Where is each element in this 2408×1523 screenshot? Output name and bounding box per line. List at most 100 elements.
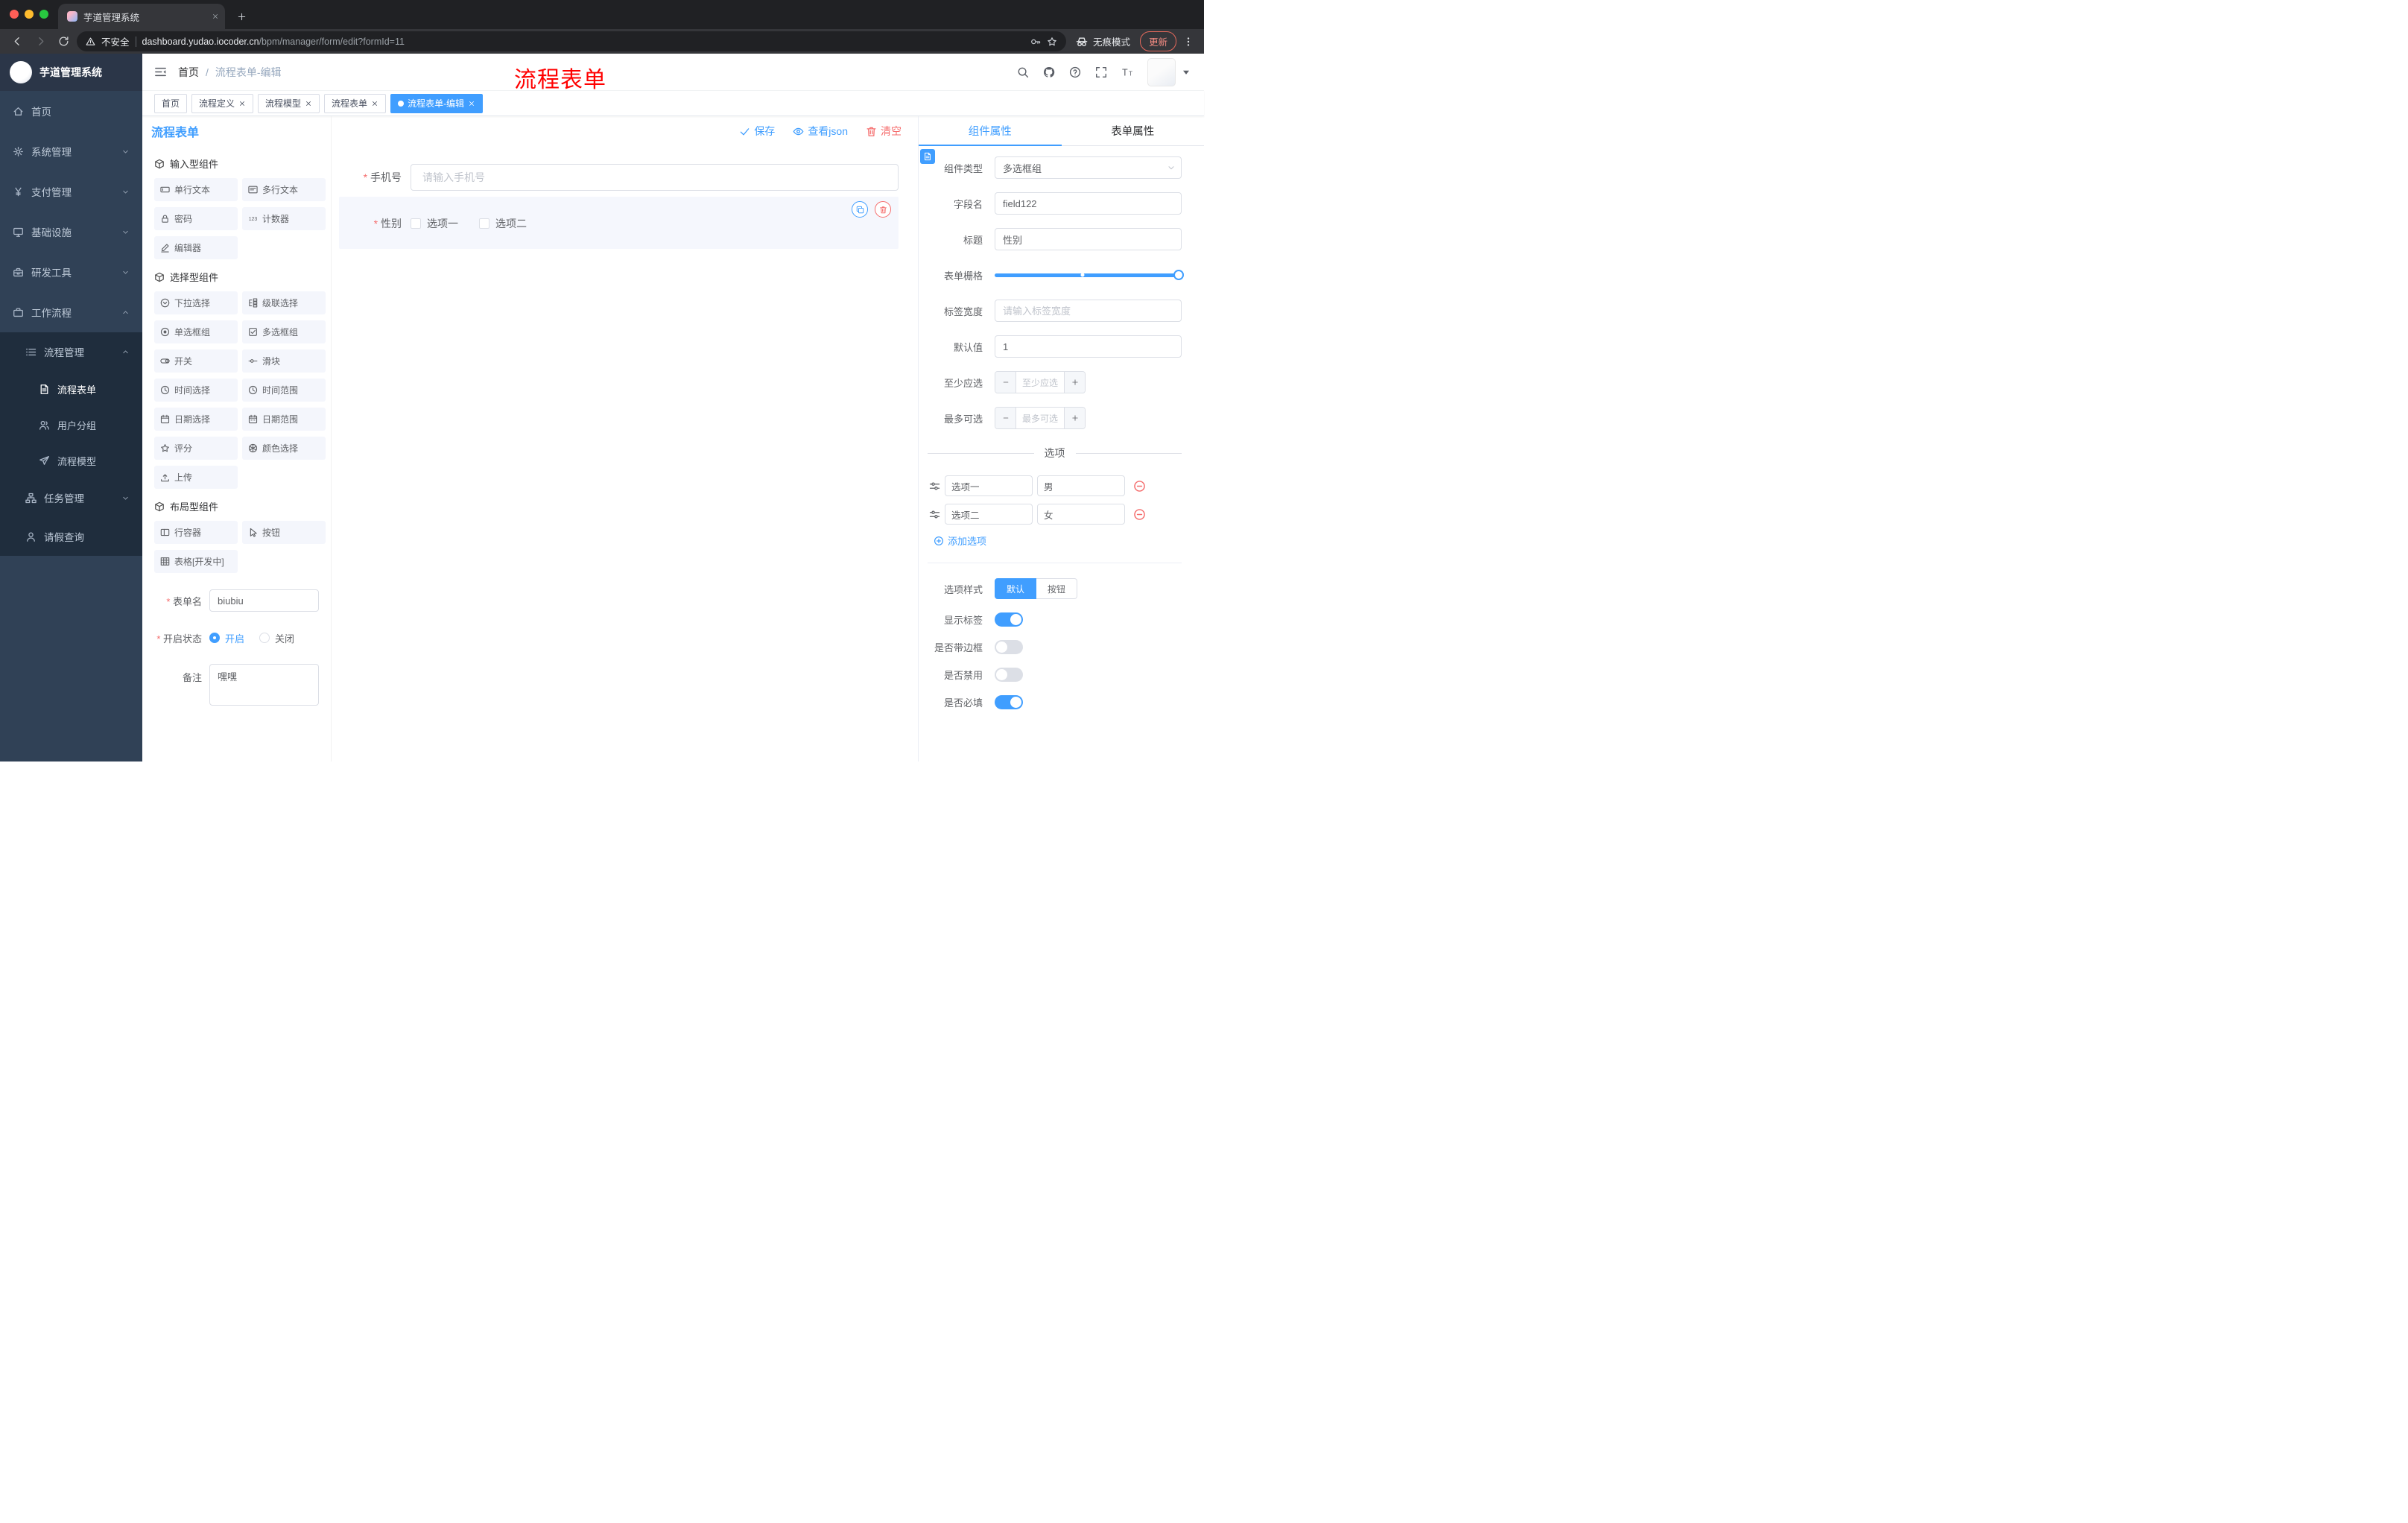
sidebar-item-workflow[interactable]: 工作流程 (0, 292, 142, 332)
field-name-input[interactable] (995, 192, 1182, 215)
palette-item[interactable]: 123 计数器 (242, 207, 326, 230)
phone-field-row[interactable]: 手机号 (339, 164, 899, 191)
increase-button[interactable] (1064, 372, 1085, 393)
label-width-input[interactable] (995, 300, 1182, 322)
palette-item[interactable]: 密码 (154, 207, 238, 230)
minimize-window-button[interactable] (25, 10, 34, 19)
sidebar-item-task-mgmt[interactable]: 任务管理 (0, 478, 142, 517)
tag-process-model[interactable]: 流程模型 (258, 93, 320, 113)
breadcrumb-home[interactable]: 首页 (178, 65, 199, 80)
tag-home[interactable]: 首页 (154, 93, 188, 113)
address-bar[interactable]: 不安全 dashboard.yudao.iocoder.cn/bpm/manag… (77, 31, 1066, 51)
slider-handle[interactable] (1173, 270, 1184, 280)
option-value-input[interactable] (1037, 475, 1125, 496)
delete-component-button[interactable] (875, 201, 891, 218)
palette-item[interactable]: 时间选择 (154, 379, 238, 402)
toggle-switch[interactable] (995, 668, 1023, 682)
style-button-button[interactable]: 按钮 (1036, 578, 1078, 599)
back-button[interactable] (7, 32, 27, 51)
sidebar-item-home[interactable]: 首页 (0, 91, 142, 131)
palette-item[interactable]: 多选框组 (242, 320, 326, 343)
sidebar-item-infra[interactable]: 基础设施 (0, 212, 142, 252)
close-tag-icon[interactable] (468, 100, 475, 107)
bookmark-star-icon[interactable] (1047, 37, 1057, 47)
palette-item[interactable]: 单行文本 (154, 178, 238, 201)
option-value-input[interactable] (1037, 504, 1125, 525)
reload-button[interactable] (54, 32, 73, 51)
palette-item[interactable]: 按钮 (242, 521, 326, 544)
palette-item[interactable]: 日期范围 (242, 408, 326, 431)
url-text[interactable]: dashboard.yudao.iocoder.cn/bpm/manager/f… (142, 37, 405, 47)
palette-item[interactable]: 级联选择 (242, 291, 326, 314)
form-remark-textarea[interactable]: 嘿嘿 (209, 664, 319, 706)
min-select-value[interactable]: 至少应选 (1016, 372, 1064, 393)
close-tag-icon[interactable] (305, 100, 312, 107)
palette-item[interactable]: 单选框组 (154, 320, 238, 343)
sidebar-item-process-form[interactable]: 流程表单 (0, 371, 142, 407)
tag-process-definition[interactable]: 流程定义 (191, 93, 254, 113)
component-type-value[interactable] (995, 156, 1182, 179)
collapse-sidebar-icon[interactable] (154, 66, 167, 78)
clear-button[interactable]: 清空 (866, 124, 902, 139)
tag-process-form[interactable]: 流程表单 (324, 93, 387, 113)
max-select-value[interactable]: 最多可选 (1016, 408, 1064, 428)
new-tab-button[interactable] (231, 6, 252, 27)
palette-item[interactable]: 评分 (154, 437, 238, 460)
zoom-window-button[interactable] (39, 10, 48, 19)
palette-item[interactable]: 上传 (154, 466, 238, 489)
user-menu[interactable] (1147, 57, 1192, 86)
form-name-input[interactable] (209, 589, 319, 612)
title-input[interactable] (995, 228, 1182, 250)
sidebar-logo[interactable]: 芋道管理系统 (0, 54, 142, 91)
window-controls[interactable] (10, 10, 48, 19)
increase-button[interactable] (1064, 408, 1085, 428)
close-window-button[interactable] (10, 10, 19, 19)
add-option-button[interactable]: 添加选项 (934, 533, 1182, 548)
help-icon[interactable] (1069, 66, 1081, 78)
toggle-switch[interactable] (995, 612, 1023, 627)
decrease-button[interactable] (995, 372, 1016, 393)
tab-component-props[interactable]: 组件属性 (919, 116, 1062, 146)
forward-button[interactable] (31, 32, 50, 51)
sidebar-item-process-mgmt[interactable]: 流程管理 (0, 332, 142, 371)
style-default-button[interactable]: 默认 (995, 578, 1037, 599)
drag-handle-icon[interactable] (929, 481, 940, 492)
sidebar-item-payment[interactable]: 支付管理 (0, 171, 142, 212)
toggle-switch[interactable] (995, 695, 1023, 709)
remove-option-icon[interactable] (1133, 480, 1146, 493)
palette-item[interactable]: 行容器 (154, 521, 238, 544)
radio-status-on[interactable]: 开启 (209, 631, 244, 645)
browser-update-button[interactable]: 更新 (1139, 31, 1176, 51)
palette-item[interactable]: 下拉选择 (154, 291, 238, 314)
save-button[interactable]: 保存 (739, 124, 775, 139)
palette-item[interactable]: 编辑器 (154, 236, 238, 259)
palette-item[interactable]: 多行文本 (242, 178, 326, 201)
palette-item[interactable]: 滑块 (242, 349, 326, 373)
search-icon[interactable] (1017, 66, 1029, 78)
view-json-button[interactable]: 查看json (793, 124, 848, 139)
close-tag-icon[interactable] (238, 100, 246, 107)
palette-item[interactable]: 颜色选择 (242, 437, 326, 460)
phone-field-input[interactable] (411, 164, 899, 191)
browser-tab[interactable]: 芋道管理系统 (58, 4, 225, 29)
tag-process-form-edit[interactable]: 流程表单-编辑 (390, 93, 484, 113)
tab-close-icon[interactable] (212, 13, 219, 20)
palette-item[interactable]: 日期选择 (154, 408, 238, 431)
sidebar-item-system[interactable]: 系统管理 (0, 131, 142, 171)
gender-option-1-checkbox[interactable]: 选项一 (411, 216, 458, 231)
slider-track[interactable] (995, 270, 1184, 280)
gender-field-row[interactable]: 性别 选项一 选项二 (339, 216, 899, 231)
github-icon[interactable] (1043, 66, 1055, 78)
sidebar-item-user-group[interactable]: 用户分组 (0, 407, 142, 443)
palette-item[interactable]: 时间范围 (242, 379, 326, 402)
default-value-input[interactable] (995, 335, 1182, 358)
not-secure-warning-icon[interactable] (86, 37, 95, 46)
font-size-icon[interactable]: TT (1121, 66, 1133, 78)
tab-form-props[interactable]: 表单属性 (1062, 116, 1205, 145)
toggle-switch[interactable] (995, 640, 1023, 654)
grid-span-slider[interactable] (995, 264, 1184, 286)
copy-component-button[interactable] (852, 201, 868, 218)
password-key-icon[interactable] (1030, 37, 1041, 47)
doc-link-button[interactable] (920, 149, 935, 164)
form-canvas[interactable]: 手机号 性别 选项一 (332, 146, 918, 762)
